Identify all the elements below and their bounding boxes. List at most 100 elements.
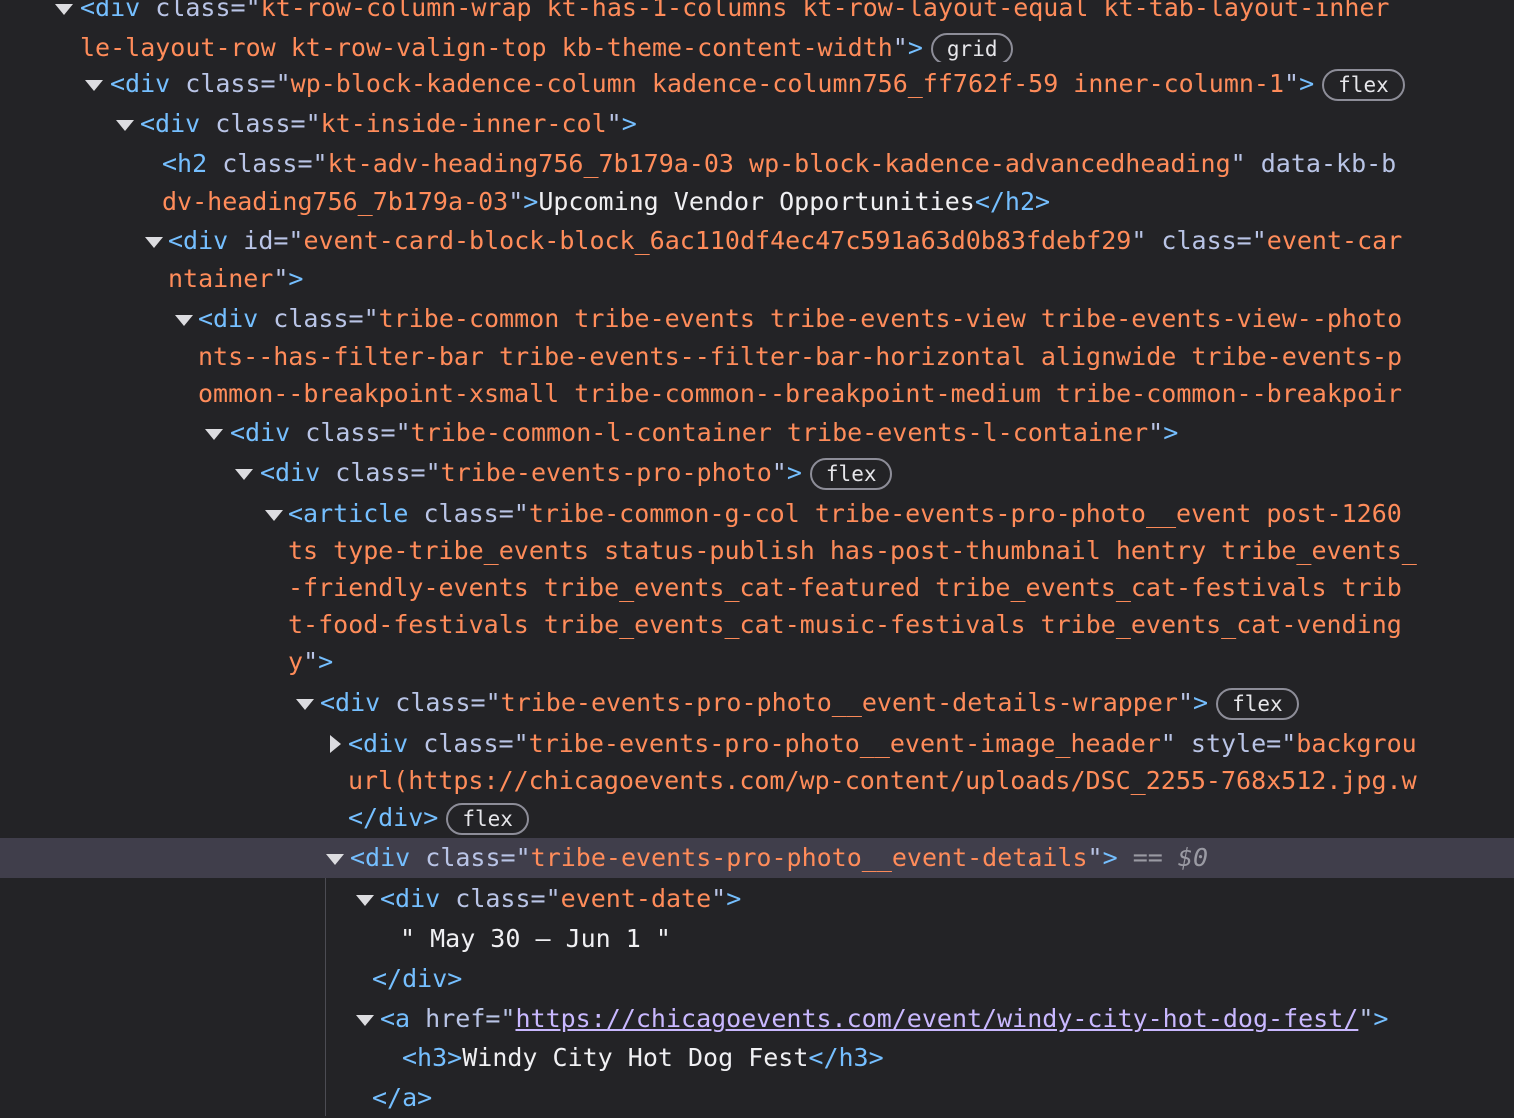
- code-token: class=": [410, 843, 531, 872]
- flex-badge[interactable]: flex: [1216, 688, 1299, 720]
- code-token: class=": [200, 109, 321, 138]
- code-token: y: [288, 647, 304, 676]
- code-token: <div: [320, 688, 381, 717]
- href-link[interactable]: https://chicagoevents.com/event/windy-ci…: [515, 1004, 1358, 1033]
- grid-badge[interactable]: grid: [930, 33, 1014, 62]
- code-token: ": [711, 884, 727, 913]
- code-token: tribe-events-pro-photo__event-details-wr…: [500, 688, 1178, 717]
- code-token: ": [771, 458, 787, 487]
- expand-down-icon[interactable]: [356, 1015, 374, 1026]
- elements-tree: <div class="kt-row-column-wrap kt-has-1-…: [0, 0, 1514, 1116]
- code-line: <h3>Windy City Hot Dog Fest</h3>: [402, 1040, 884, 1076]
- node-row-kadence-column[interactable]: <div class="wp-block-kadence-column kade…: [0, 66, 1514, 104]
- code-token: ==: [1117, 843, 1178, 872]
- node-row-event-date-text[interactable]: " May 30 – Jun 1 ": [0, 921, 1514, 959]
- node-row-kt-inside-inner-col[interactable]: <div class="kt-inside-inner-col">: [0, 106, 1514, 144]
- node-row-h3[interactable]: <h3>Windy City Hot Dog Fest</h3>: [0, 1040, 1514, 1078]
- code-token: >: [726, 884, 742, 913]
- expand-down-icon[interactable]: [235, 469, 253, 480]
- code-token: class=": [207, 149, 328, 178]
- node-row-event-details-wrapper[interactable]: <div class="tribe-events-pro-photo__even…: [0, 685, 1514, 725]
- expand-down-icon[interactable]: [326, 854, 344, 865]
- node-row-div-close[interactable]: </div>: [0, 961, 1514, 999]
- code-token: Windy City Hot Dog Fest: [462, 1043, 809, 1072]
- code-token: <div: [380, 884, 441, 913]
- node-row-event-date[interactable]: <div class="event-date">: [0, 881, 1514, 919]
- code-token: le-layout-row kt-row-valign-top kb-theme…: [80, 33, 893, 62]
- code-line: -friendly-events tribe_events_cat-featur…: [288, 570, 1402, 606]
- code-token: <div: [168, 226, 229, 255]
- code-line: <div class="kt-inside-inner-col">: [140, 106, 637, 142]
- code-token: class=": [380, 688, 501, 717]
- code-token: " May 30 – Jun 1 ": [400, 924, 671, 953]
- code-token: <div: [198, 304, 259, 333]
- expand-down-icon[interactable]: [175, 315, 193, 326]
- code-token: nts--has-filter-bar tribe-events--filter…: [198, 342, 1403, 371]
- code-line: <div class="tribe-common tribe-events tr…: [198, 301, 1402, 337]
- code-token: class=": [140, 0, 261, 22]
- code-token: >: [1373, 1004, 1389, 1033]
- node-row-kt-row-column-wrap[interactable]: <div class="kt-row-column-wrap kt-has-1-…: [0, 0, 1514, 62]
- code-token: class=": [320, 458, 441, 487]
- code-token: kt-adv-heading756_7b179a-03 wp-block-kad…: [327, 149, 1231, 178]
- expand-down-icon[interactable]: [145, 237, 163, 248]
- node-row-tribe-events-pro-photo[interactable]: <div class="tribe-events-pro-photo"> flex: [0, 455, 1514, 495]
- code-line: dv-heading756_7b179a-03">Upcoming Vendor…: [162, 184, 1050, 220]
- code-token: ": [1358, 1004, 1374, 1033]
- expand-down-icon[interactable]: [116, 120, 134, 131]
- code-token: class=": [290, 418, 411, 447]
- collapsed-right-icon[interactable]: [330, 735, 341, 753]
- code-token: ts type-tribe_events status-publish has-…: [288, 536, 1417, 565]
- code-line: <div class="kt-row-column-wrap kt-has-1-…: [80, 0, 1390, 26]
- node-row-tribe-common[interactable]: <div class="tribe-common tribe-events tr…: [0, 301, 1514, 413]
- code-line: <article class="tribe-common-g-col tribe…: [288, 496, 1402, 532]
- flex-badge[interactable]: flex: [446, 803, 529, 835]
- code-token: tribe-common tribe-events tribe-events-v…: [378, 304, 1403, 333]
- code-line: <div class="tribe-events-pro-photo__even…: [348, 726, 1417, 762]
- expand-down-icon[interactable]: [85, 80, 103, 91]
- code-token: event-card-block-block_6ac110df4ec47c591…: [303, 226, 1132, 255]
- code-line: <div id="event-card-block-block_6ac110df…: [168, 223, 1402, 259]
- code-token: ": [273, 264, 289, 293]
- node-row-tribe-common-l-container[interactable]: <div class="tribe-common-l-container tri…: [0, 415, 1514, 453]
- code-token: -friendly-events tribe_events_cat-featur…: [288, 573, 1402, 602]
- code-token: backgrou: [1296, 729, 1417, 758]
- code-token: id=": [228, 226, 304, 255]
- code-token: ": [1177, 688, 1194, 717]
- code-token: <article: [288, 499, 409, 528]
- flex-badge[interactable]: flex: [1322, 69, 1405, 101]
- node-row-event-image-header[interactable]: <div class="tribe-events-pro-photo__even…: [0, 726, 1514, 838]
- code-token: tribe-common-g-col tribe-events-pro-phot…: [528, 499, 1402, 528]
- code-token: class=": [258, 304, 379, 333]
- node-row-event-card-block[interactable]: <div id="event-card-block-block_6ac110df…: [0, 223, 1514, 297]
- code-line: <a href="https://chicagoevents.com/event…: [380, 1001, 1388, 1037]
- expand-down-icon[interactable]: [265, 510, 283, 521]
- flex-badge[interactable]: flex: [809, 458, 893, 490]
- code-token: >: [1299, 69, 1315, 98]
- code-token: " class=": [1131, 226, 1267, 255]
- node-row-h2-heading[interactable]: <h2 class="kt-adv-heading756_7b179a-03 w…: [0, 146, 1514, 220]
- code-token: ": [606, 109, 622, 138]
- code-token: >: [907, 33, 923, 62]
- code-line: </div>: [372, 961, 462, 997]
- code-line: t-food-festivals tribe_events_cat-music-…: [288, 607, 1402, 643]
- node-row-anchor[interactable]: <a href="https://chicagoevents.com/event…: [0, 1001, 1514, 1039]
- code-token: <div: [140, 109, 201, 138]
- code-token: >: [1102, 843, 1118, 872]
- code-token: >: [318, 647, 334, 676]
- expand-down-icon[interactable]: [356, 895, 374, 906]
- code-token: tribe-events-pro-photo__event-image_head…: [528, 729, 1161, 758]
- expand-down-icon[interactable]: [55, 4, 73, 15]
- node-row-article[interactable]: <article class="tribe-common-g-col tribe…: [0, 496, 1514, 682]
- expand-down-icon[interactable]: [205, 429, 223, 440]
- node-row-anchor-close[interactable]: </a>: [0, 1080, 1514, 1118]
- code-token: kt-inside-inner-col: [320, 109, 607, 138]
- code-line: <div class="wp-block-kadence-column kade…: [110, 66, 1405, 102]
- node-row-event-details-selected[interactable]: <div class="tribe-events-pro-photo__even…: [0, 838, 1514, 878]
- code-token: event-date: [560, 884, 712, 913]
- expand-down-icon[interactable]: [296, 699, 314, 710]
- code-line: y">: [288, 644, 333, 680]
- code-token: >: [1193, 688, 1209, 717]
- code-token: <h3>: [402, 1043, 463, 1072]
- code-token: <div: [350, 843, 411, 872]
